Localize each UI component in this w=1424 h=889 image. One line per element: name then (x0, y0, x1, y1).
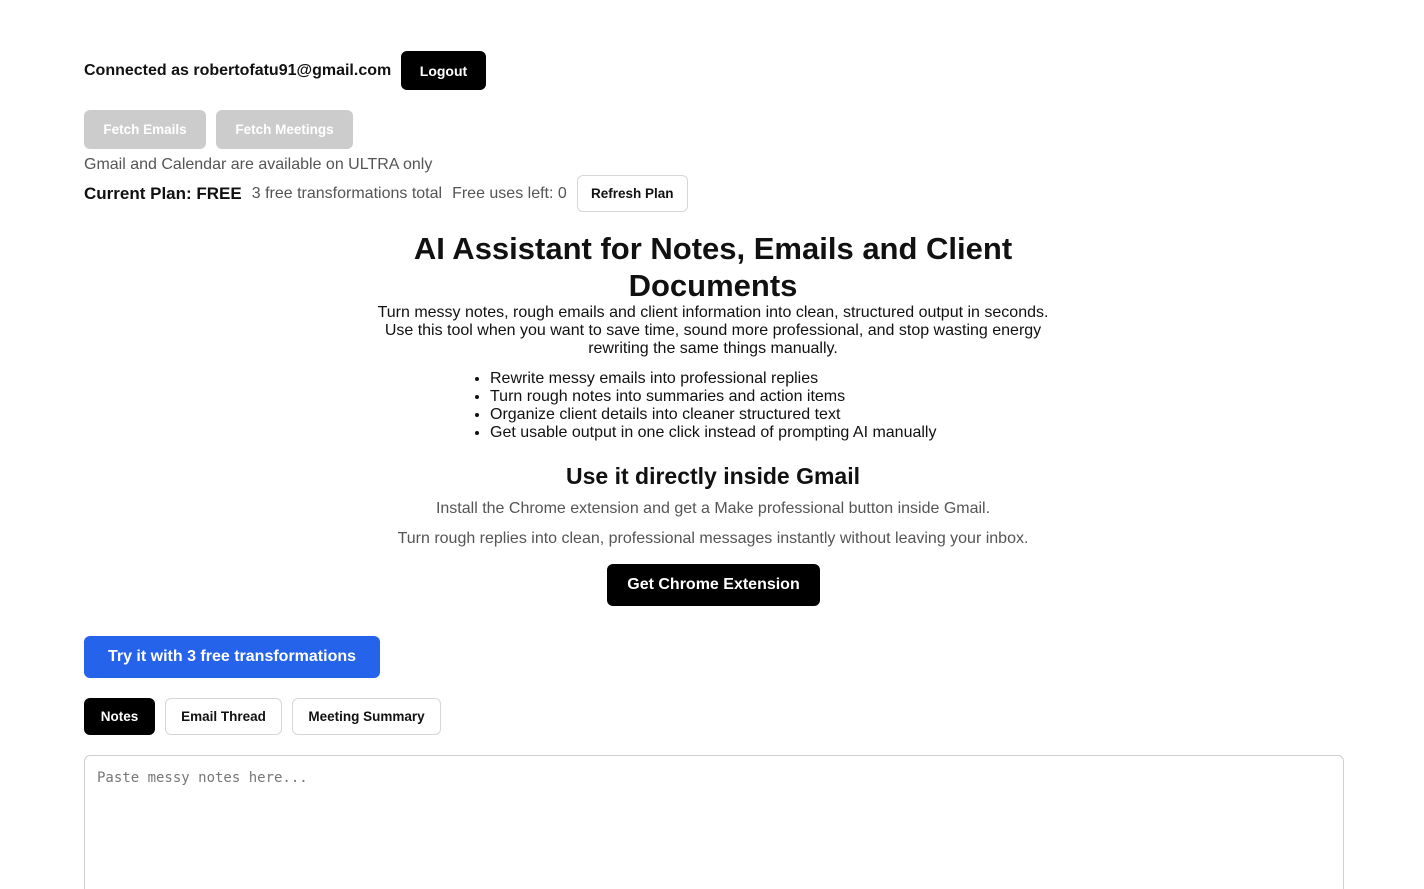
tab-notes[interactable]: Notes (84, 698, 155, 735)
free-uses-left-text: Free uses left: 0 (452, 184, 567, 202)
gmail-description-line-2: Turn rough replies into clean, professio… (397, 530, 1029, 547)
mode-tabs: Notes Email Thread Meeting Summary (84, 698, 441, 735)
availability-note: Gmail and Calendar are available on ULTR… (84, 156, 433, 173)
plan-row: Current Plan: FREE 3 free transformation… (84, 175, 688, 212)
tab-meeting-summary[interactable]: Meeting Summary (292, 698, 441, 735)
current-plan-label: Current Plan: FREE (84, 183, 242, 203)
hero-title: AI Assistant for Notes, Emails and Clien… (413, 231, 1013, 303)
hero-description-line-2: Use this tool when you want to save time… (384, 322, 1042, 357)
page: Connected as robertofatu91@gmail.com Log… (0, 0, 1424, 889)
feature-list-item: Rewrite messy emails into professional r… (490, 370, 936, 388)
hero-section: AI Assistant for Notes, Emails and Clien… (362, 230, 1064, 358)
connected-account-text: Connected as robertofatu91@gmail.com (84, 62, 392, 79)
gmail-section-title: Use it directly inside Gmail (566, 463, 860, 489)
refresh-plan-button[interactable]: Refresh Plan (576, 175, 688, 212)
feature-list-item: Turn rough notes into summaries and acti… (490, 388, 936, 406)
get-chrome-extension-button[interactable]: Get Chrome Extension (607, 564, 820, 606)
tab-email-thread[interactable]: Email Thread (165, 698, 282, 735)
hero-description-line-1: Turn messy notes, rough emails and clien… (377, 304, 1049, 321)
gmail-description-line-1: Install the Chrome extension and get a M… (435, 500, 991, 517)
fetch-emails-button[interactable]: Fetch Emails (84, 110, 206, 149)
notes-input[interactable] (84, 755, 1344, 889)
fetch-meetings-button[interactable]: Fetch Meetings (216, 110, 353, 149)
feature-list-item: Get usable output in one click instead o… (490, 424, 936, 442)
plan-total-text: 3 free transformations total (251, 184, 443, 202)
logout-button[interactable]: Logout (401, 51, 486, 90)
try-free-transformations-button[interactable]: Try it with 3 free transformations (84, 636, 380, 678)
feature-list-item: Organize client details into cleaner str… (490, 406, 936, 424)
feature-list: Rewrite messy emails into professional r… (472, 370, 936, 442)
